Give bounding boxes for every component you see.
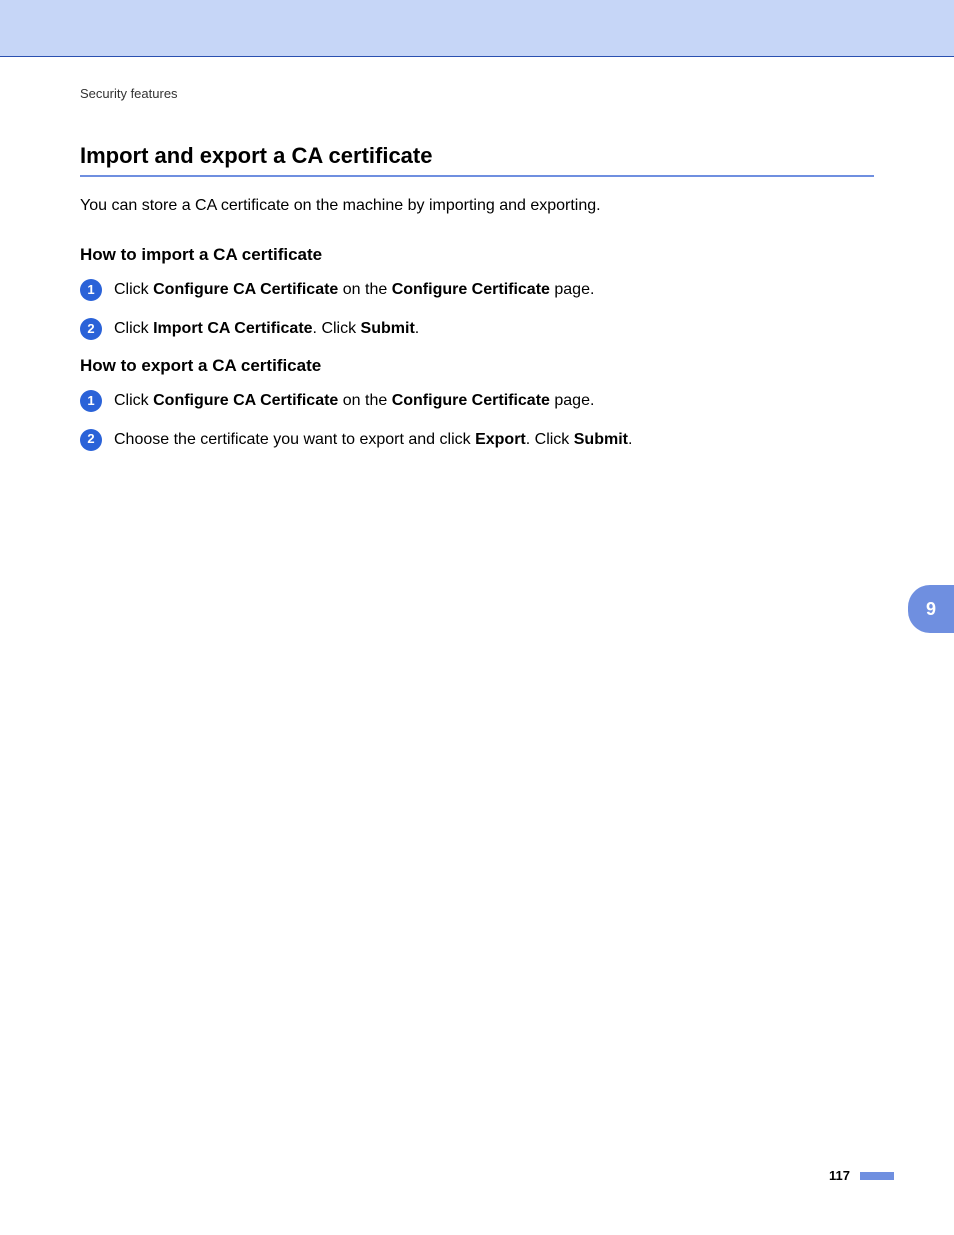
section-heading: How to export a CA certificate — [80, 356, 874, 376]
breadcrumb: Security features — [80, 86, 874, 101]
step-row: 2 Click Import CA Certificate. Click Subm… — [80, 318, 874, 340]
chapter-tab: 9 — [908, 585, 954, 633]
step-row: 2 Choose the certificate you want to expo… — [80, 429, 874, 451]
step-text: Click Configure CA Certificate on the Co… — [114, 390, 874, 412]
step-number-badge: 1 — [80, 279, 102, 301]
top-rule — [0, 56, 954, 57]
step-row: 1 Click Configure CA Certificate on the C… — [80, 390, 874, 412]
section-heading: How to import a CA certificate — [80, 245, 874, 265]
intro-paragraph: You can store a CA certificate on the ma… — [80, 195, 874, 217]
footer-accent-bar — [860, 1172, 894, 1180]
step-text: Click Import CA Certificate. Click Submi… — [114, 318, 874, 340]
step-number-badge: 2 — [80, 318, 102, 340]
step-number-badge: 1 — [80, 390, 102, 412]
page-number: 117 — [829, 1168, 850, 1183]
step-text: Choose the certificate you want to expor… — [114, 429, 874, 451]
page-content: Security features Import and export a CA… — [80, 86, 874, 467]
step-row: 1 Click Configure CA Certificate on the C… — [80, 279, 874, 301]
step-text: Click Configure CA Certificate on the Co… — [114, 279, 874, 301]
step-number-badge: 2 — [80, 429, 102, 451]
page-footer: 117 — [829, 1168, 894, 1183]
top-band — [0, 0, 954, 56]
page-title: Import and export a CA certificate — [80, 143, 874, 177]
